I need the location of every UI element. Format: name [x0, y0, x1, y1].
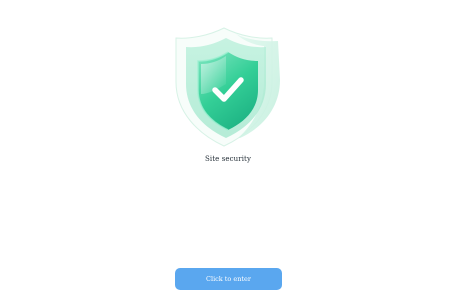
page-title: Site security: [204, 155, 252, 163]
security-page: Site security Click to enter: [0, 0, 456, 300]
footer-divider: [0, 296, 456, 300]
enter-button[interactable]: Click to enter: [175, 268, 282, 290]
shield-check-icon: [168, 24, 288, 150]
